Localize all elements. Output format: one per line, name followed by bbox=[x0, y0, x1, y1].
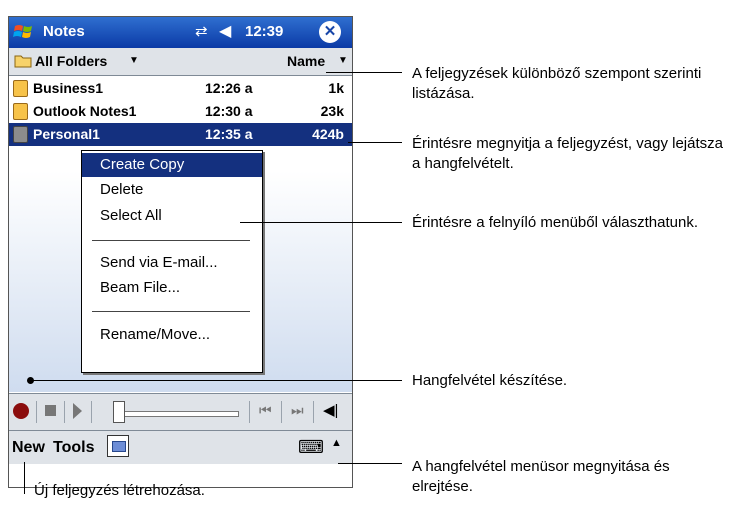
callout-line-toggle bbox=[338, 463, 402, 464]
slider-thumb[interactable] bbox=[113, 401, 125, 423]
list-item[interactable]: Business1 12:26 a 1k bbox=[9, 77, 352, 100]
callout-line-popup bbox=[240, 222, 402, 223]
recording-toolbar-icon[interactable] bbox=[107, 435, 129, 457]
callout-line-record bbox=[31, 380, 402, 381]
recording-note-icon bbox=[13, 126, 28, 143]
toolbar-divider bbox=[91, 401, 92, 423]
context-menu: Create Copy Delete Select All Send via E… bbox=[81, 150, 263, 373]
chevron-down-icon[interactable]: ▼ bbox=[129, 55, 139, 66]
new-button[interactable]: New bbox=[12, 439, 45, 457]
callout-line-sort bbox=[326, 72, 402, 73]
app-title: Notes bbox=[43, 23, 85, 40]
toolbar-divider bbox=[249, 401, 250, 423]
note-icon bbox=[13, 103, 28, 120]
note-size: 1k bbox=[328, 80, 344, 96]
note-time: 12:30 a bbox=[205, 103, 253, 119]
next-icon[interactable]: ⏭ bbox=[291, 402, 304, 419]
list-item-selected[interactable]: Personal1 12:35 a 424b bbox=[9, 123, 352, 146]
folder-bar: All Folders ▼ Name ▼ bbox=[9, 48, 352, 76]
note-name: Personal1 bbox=[33, 126, 100, 142]
volume-icon[interactable]: ◀ bbox=[219, 21, 231, 41]
toolbar-divider bbox=[64, 401, 65, 423]
note-time: 12:26 a bbox=[205, 80, 253, 96]
title-bar: Notes ⇄ ◀ 12:39 ✕ bbox=[9, 17, 352, 48]
note-name: Business1 bbox=[33, 80, 104, 96]
connectivity-icon[interactable]: ⇄ bbox=[195, 22, 208, 40]
menu-item-select-all[interactable]: Select All bbox=[82, 204, 262, 228]
menu-item-create-copy[interactable]: Create Copy bbox=[82, 153, 262, 177]
callout-toggle: A hangfelvétel menüsor megnyitása és elr… bbox=[412, 458, 670, 495]
note-time: 12:35 a bbox=[205, 126, 253, 142]
previous-icon[interactable]: ⏮ bbox=[259, 402, 272, 419]
toolbar-divider bbox=[313, 401, 314, 423]
stop-icon[interactable] bbox=[45, 405, 56, 416]
toolbar-divider bbox=[281, 401, 282, 423]
close-icon[interactable]: ✕ bbox=[319, 21, 341, 43]
toolbar-divider bbox=[36, 401, 37, 423]
note-name: Outlook Notes1 bbox=[33, 103, 137, 119]
menu-divider bbox=[92, 240, 250, 241]
record-icon[interactable] bbox=[13, 403, 29, 419]
keyboard-icon[interactable]: ⌨ bbox=[298, 437, 324, 458]
play-icon[interactable] bbox=[73, 403, 82, 419]
recording-toolbar: ⏮ ⏭ ◀| bbox=[9, 393, 352, 430]
menu-item-rename-move[interactable]: Rename/Move... bbox=[82, 323, 262, 347]
callout-line-open bbox=[348, 142, 402, 143]
note-size: 23k bbox=[320, 103, 344, 119]
sort-dropdown[interactable]: Name bbox=[287, 53, 325, 69]
position-slider[interactable] bbox=[119, 411, 239, 417]
callout-record: Hangfelvétel készítése. bbox=[412, 372, 568, 389]
callout-sort: A feljegyzések különböző szempont szerin… bbox=[412, 65, 702, 102]
menu-divider bbox=[92, 311, 250, 312]
speaker-icon[interactable]: ◀| bbox=[323, 401, 338, 419]
tools-menu[interactable]: Tools bbox=[53, 439, 94, 457]
callout-popup: Érintésre a felnyíló menüből választhatu… bbox=[412, 214, 698, 231]
callout-line-new bbox=[24, 462, 25, 494]
callout-new-note: Új feljegyzés létrehozása. bbox=[34, 482, 205, 499]
windows-flag-icon[interactable] bbox=[13, 21, 37, 43]
note-size: 424b bbox=[312, 126, 344, 142]
menu-item-beam-file[interactable]: Beam File... bbox=[82, 276, 262, 300]
menu-item-send-via-email[interactable]: Send via E-mail... bbox=[82, 251, 262, 275]
command-bar: New Tools ⌨ ▲ bbox=[9, 430, 352, 464]
clock[interactable]: 12:39 bbox=[245, 23, 283, 40]
chevron-down-icon[interactable]: ▼ bbox=[338, 55, 348, 66]
folder-icon bbox=[14, 55, 32, 68]
list-item[interactable]: Outlook Notes1 12:30 a 23k bbox=[9, 100, 352, 123]
callout-open: Érintésre megnyitja a feljegyzést, vagy … bbox=[412, 135, 723, 172]
pocketpc-screen: Notes ⇄ ◀ 12:39 ✕ All Folders ▼ Name ▼ B… bbox=[8, 16, 353, 488]
folder-dropdown[interactable]: All Folders bbox=[35, 53, 107, 69]
sip-caret-icon[interactable]: ▲ bbox=[331, 437, 342, 449]
note-icon bbox=[13, 80, 28, 97]
menu-item-delete[interactable]: Delete bbox=[82, 178, 262, 202]
